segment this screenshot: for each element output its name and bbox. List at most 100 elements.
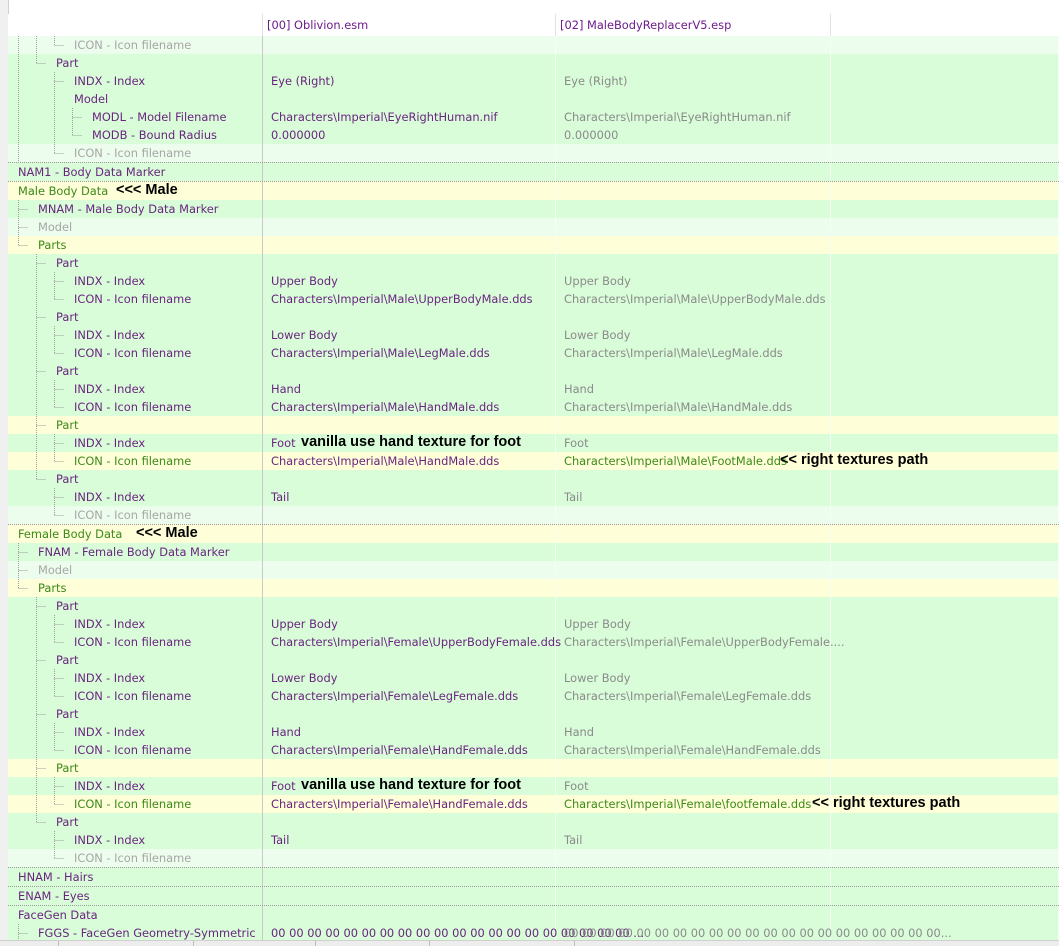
master-value-cell[interactable]: Upper Body [263, 272, 556, 290]
tree-row[interactable]: ICON - Icon filename Characters\Imperial\… [8, 795, 1059, 813]
override-value-cell[interactable] [556, 416, 831, 434]
field-name-cell[interactable]: ICON - Icon filename [8, 795, 263, 813]
tree-row[interactable]: INDX - Index Hand Hand [8, 723, 1059, 741]
field-name-cell[interactable]: ICON - Icon filename [8, 741, 263, 759]
override-value-cell[interactable] [556, 906, 831, 924]
override-value-cell[interactable] [556, 254, 831, 272]
field-name-cell[interactable]: ICON - Icon filename [8, 452, 263, 470]
field-name-cell[interactable]: INDX - Index [8, 615, 263, 633]
master-value-cell[interactable]: Characters\Imperial\Male\HandMale.dds [263, 398, 556, 416]
master-value-cell[interactable]: Eye (Right) [263, 72, 556, 90]
master-value-cell[interactable]: Characters\Imperial\EyeRightHuman.nif [263, 108, 556, 126]
master-value-cell[interactable] [263, 54, 556, 72]
master-value-cell[interactable]: Hand [263, 380, 556, 398]
field-name-cell[interactable]: ENAM - Eyes [8, 887, 263, 905]
master-value-cell[interactable] [263, 362, 556, 380]
field-name-cell[interactable]: INDX - Index [8, 272, 263, 290]
override-value-cell[interactable] [556, 506, 831, 524]
master-value-cell[interactable] [263, 470, 556, 488]
field-name-cell[interactable]: Part [8, 254, 263, 272]
master-value-cell[interactable]: Characters\Imperial\Female\LegFemale.dds [263, 687, 556, 705]
master-value-cell[interactable] [263, 144, 556, 162]
field-name-cell[interactable]: ICON - Icon filename [8, 344, 263, 362]
tree-row[interactable]: INDX - Index Eye (Right) Eye (Right) [8, 72, 1059, 90]
override-value-cell[interactable] [556, 470, 831, 488]
override-value-cell[interactable]: Characters\Imperial\Female\UpperBodyFema… [556, 633, 844, 651]
override-value-cell[interactable] [556, 525, 831, 543]
override-value-cell[interactable] [556, 308, 831, 326]
tree-row[interactable]: ICON - Icon filename [8, 36, 1059, 54]
field-name-cell[interactable]: HNAM - Hairs [8, 868, 263, 886]
master-value-cell[interactable] [263, 543, 556, 561]
field-name-cell[interactable]: MODB - Bound Radius [8, 126, 263, 144]
bottom-tab[interactable] [58, 941, 194, 946]
column-header-name[interactable] [8, 14, 263, 36]
tree-row[interactable]: Model [8, 90, 1059, 108]
master-value-cell[interactable] [263, 651, 556, 669]
tree-row[interactable]: Part [8, 54, 1059, 72]
field-name-cell[interactable]: Part [8, 308, 263, 326]
field-name-cell[interactable]: Parts [8, 236, 263, 254]
master-value-cell[interactable] [263, 705, 556, 723]
field-name-cell[interactable]: Model [8, 561, 263, 579]
override-value-cell[interactable] [556, 144, 831, 162]
override-value-cell[interactable] [556, 813, 831, 831]
field-name-cell[interactable]: Part [8, 813, 263, 831]
master-value-cell[interactable]: Characters\Imperial\Male\LegMale.dds [263, 344, 556, 362]
master-value-cell[interactable]: Tail [263, 488, 556, 506]
field-name-cell[interactable]: INDX - Index [8, 488, 263, 506]
master-value-cell[interactable] [263, 906, 556, 924]
bottom-tab[interactable] [193, 941, 316, 946]
field-name-cell[interactable]: ICON - Icon filename [8, 687, 263, 705]
field-name-cell[interactable]: Part [8, 705, 263, 723]
tree-row[interactable]: INDX - Index Upper Body Upper Body [8, 272, 1059, 290]
tree-row[interactable]: Female Body Data <<< Male [8, 524, 1059, 543]
tree-row[interactable]: ICON - Icon filename Characters\Imperial\… [8, 452, 1059, 470]
override-value-cell[interactable] [556, 236, 831, 254]
override-value-cell[interactable] [556, 543, 831, 561]
tree-row[interactable]: ICON - Icon filename Characters\Imperial\… [8, 398, 1059, 416]
override-value-cell[interactable]: Hand [556, 723, 831, 741]
tree-row[interactable]: INDX - Index Tail Tail [8, 488, 1059, 506]
tree-row[interactable]: Male Body Data <<< Male [8, 181, 1059, 200]
master-value-cell[interactable] [263, 163, 556, 181]
master-value-cell[interactable] [263, 182, 556, 200]
bottom-tab[interactable] [429, 941, 575, 946]
field-name-cell[interactable]: FNAM - Female Body Data Marker [8, 543, 263, 561]
master-value-cell[interactable] [263, 506, 556, 524]
override-value-cell[interactable] [556, 218, 831, 236]
master-value-cell[interactable]: Lower Body [263, 669, 556, 687]
tree-row[interactable]: Part [8, 308, 1059, 326]
tree-row[interactable]: INDX - Index Hand Hand [8, 380, 1059, 398]
override-value-cell[interactable] [556, 36, 831, 54]
tree-row[interactable]: Parts [8, 236, 1059, 254]
override-value-cell[interactable]: Upper Body [556, 615, 831, 633]
tree-row[interactable]: Model [8, 218, 1059, 236]
master-value-cell[interactable] [263, 813, 556, 831]
tree-row[interactable]: MODB - Bound Radius 0.000000 0.000000 [8, 126, 1059, 144]
master-value-cell[interactable] [263, 218, 556, 236]
field-name-cell[interactable]: Part [8, 54, 263, 72]
column-header-malebodyreplacer-esp[interactable]: [02] MaleBodyReplacerV5.esp [556, 14, 831, 36]
field-name-cell[interactable]: Model [8, 218, 263, 236]
override-value-cell[interactable] [556, 561, 831, 579]
override-value-cell[interactable]: Hand [556, 380, 831, 398]
master-value-cell[interactable] [263, 36, 556, 54]
tree-row[interactable]: ICON - Icon filename [8, 144, 1059, 162]
tree-row[interactable]: Part [8, 705, 1059, 723]
field-name-cell[interactable]: INDX - Index [8, 326, 263, 344]
override-value-cell[interactable] [556, 200, 831, 218]
override-value-cell[interactable] [556, 868, 831, 886]
master-value-cell[interactable]: Characters\Imperial\Female\UpperBodyFema… [263, 633, 561, 651]
master-value-cell[interactable] [263, 579, 556, 597]
column-header-empty[interactable] [831, 14, 1059, 36]
field-name-cell[interactable]: ICON - Icon filename [8, 849, 263, 867]
tree-row[interactable]: INDX - Index Tail Tail [8, 831, 1059, 849]
tree-row[interactable]: Model [8, 561, 1059, 579]
tree-row[interactable]: FNAM - Female Body Data Marker [8, 543, 1059, 561]
master-value-cell[interactable]: Foot vanilla use hand texture for foot [263, 777, 556, 795]
tree-row[interactable]: FaceGen Data [8, 905, 1059, 924]
tree-row[interactable]: Part [8, 597, 1059, 615]
override-value-cell[interactable]: Tail [556, 831, 831, 849]
tree-row[interactable]: INDX - Index Upper Body Upper Body [8, 615, 1059, 633]
